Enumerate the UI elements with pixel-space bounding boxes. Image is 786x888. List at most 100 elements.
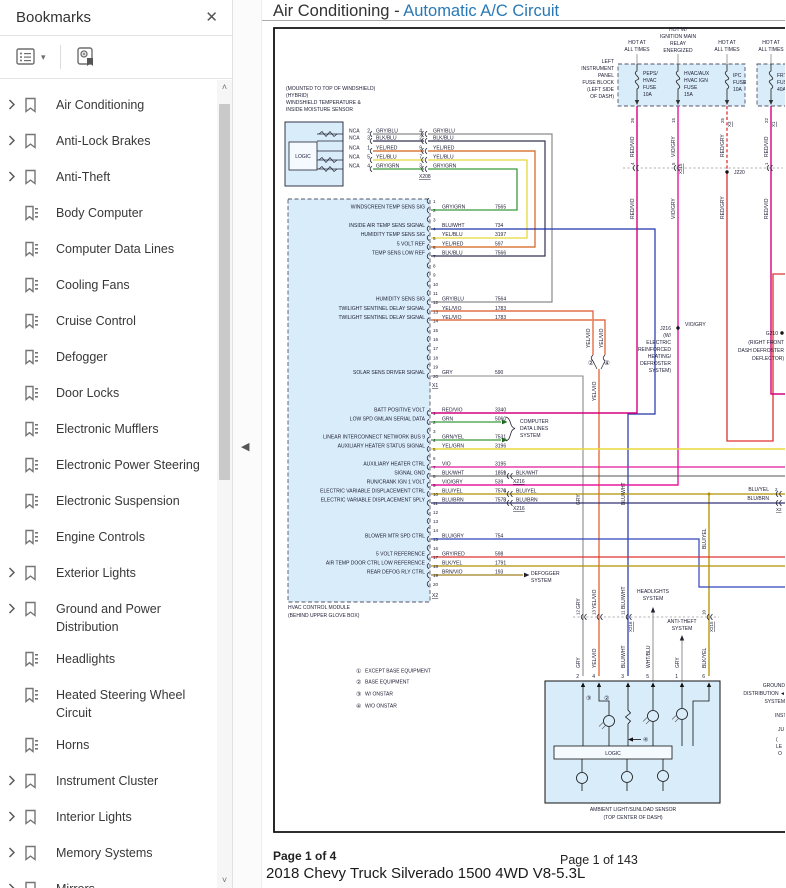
pin-number: 19	[433, 365, 439, 370]
bookmark-item[interactable]: Electronic Power Steering	[0, 449, 217, 485]
connector-arc	[369, 156, 373, 164]
diagram-label: BLU/WHT	[621, 587, 627, 610]
bookmark-item[interactable]: Electronic Suspension	[0, 485, 217, 521]
diagram-label: DEFLECTOR)	[752, 356, 784, 362]
bookmark-options-button[interactable]: ▾	[12, 44, 50, 70]
bookmark-item[interactable]: Mirrors	[0, 873, 217, 888]
bookmark-page-icon	[24, 349, 44, 370]
diagram-label: COMPUTER	[520, 419, 549, 425]
diagram-label: BATT POSITIVE VOLT	[374, 408, 425, 414]
expand-current-bookmark-button[interactable]	[71, 42, 101, 72]
pin-number: 17	[433, 346, 439, 351]
expand-chevron-icon[interactable]	[0, 772, 22, 786]
expand-chevron-icon[interactable]	[0, 600, 22, 614]
bookmark-page-icon	[24, 493, 44, 514]
diagram-label: 3196	[495, 444, 506, 450]
bookmark-label: Anti-Theft	[56, 170, 111, 184]
diagram-label: DEFROSTER	[640, 361, 671, 367]
diagram-label: 10A	[733, 87, 743, 93]
diagram-label: (LEFT SIDE	[587, 87, 615, 93]
scroll-down-icon[interactable]: ˅	[217, 873, 232, 888]
page-bookmark-icon	[25, 457, 38, 473]
diagram-label: NCA	[349, 136, 360, 142]
bookmark-item[interactable]: Horns	[0, 729, 217, 765]
bookmark-item[interactable]: Anti-Lock Brakes	[0, 125, 217, 161]
expand-chevron-icon[interactable]	[0, 808, 22, 822]
diagram-label: VIO/GRY	[671, 198, 677, 219]
pin-number: 15	[433, 537, 439, 542]
diagram-label: INSIDE AIR TEMP SENS SIGNAL	[349, 223, 425, 229]
bookmark-item[interactable]: Ground and Power Distribution	[0, 593, 217, 643]
diagram-label: GRY/RED	[442, 552, 465, 558]
bookmark-flag-icon	[24, 565, 44, 586]
scroll-up-icon[interactable]: ˄	[217, 80, 232, 95]
diagram-label: 7531	[495, 435, 506, 441]
diagram-label: WINDSCREEN TEMP SENS SIG	[351, 205, 425, 211]
expand-chevron-icon[interactable]	[0, 96, 22, 110]
scrollbar-thumb[interactable]	[219, 104, 230, 480]
bookmark-item[interactable]: Interior Lights	[0, 801, 217, 837]
panel-gutter: ◀	[233, 0, 262, 888]
diagram-label: ②	[588, 359, 594, 367]
bookmark-item[interactable]: Electronic Mufflers	[0, 413, 217, 449]
bookmark-item[interactable]: Memory Systems	[0, 837, 217, 873]
diagram-label: (W/	[663, 333, 671, 339]
bookmark-item[interactable]: Cruise Control	[0, 305, 217, 341]
diagram-label: 5060	[495, 417, 506, 423]
bookmark-item[interactable]: Engine Controls	[0, 521, 217, 557]
pin-number: 17	[433, 555, 439, 560]
close-panel-icon[interactable]: ✕	[205, 10, 218, 25]
diagram-label: LOGIC	[295, 154, 311, 160]
expand-chevron-icon[interactable]	[0, 880, 22, 888]
diagram-label: ALL TIMES	[714, 47, 740, 53]
document-view: Air Conditioning - Automatic A/C Circuit	[262, 0, 785, 888]
connector-arc	[424, 156, 428, 164]
diagram-label: BLU/WHT	[621, 646, 627, 669]
bookmark-item[interactable]: Door Locks	[0, 377, 217, 413]
bookmarks-scrollbar[interactable]: ˄ ˅	[217, 80, 232, 888]
diagram-label: BLU/WHT	[442, 223, 465, 229]
expand-chevron-icon[interactable]	[0, 564, 22, 578]
diagram-label: SYSTEM	[531, 578, 552, 584]
bookmark-item[interactable]: Anti-Theft	[0, 161, 217, 197]
diagram-label: 26	[630, 117, 635, 123]
diagram-label: 40A	[777, 87, 785, 93]
bookmark-page-icon	[24, 457, 44, 478]
pin-number: 15	[433, 328, 439, 333]
bookmark-item[interactable]: Body Computer	[0, 197, 217, 233]
diagram-label: 4	[367, 164, 370, 170]
diagram-label: HOT AT	[718, 40, 736, 46]
bookmark-item[interactable]: Computer Data Lines	[0, 233, 217, 269]
bookmark-label: Instrument Cluster	[56, 774, 159, 788]
diagram-label: ELECTRIC	[646, 340, 671, 346]
bookmark-item[interactable]: Heated Steering Wheel Circuit	[0, 679, 217, 729]
expand-chevron-icon[interactable]	[0, 168, 22, 182]
diagram-label: SYSTEM	[764, 699, 785, 705]
pin-number: 5	[433, 236, 436, 241]
expand-chevron-icon[interactable]	[0, 132, 22, 146]
pin-number: 2	[433, 208, 436, 213]
diagram-label: JU	[778, 727, 785, 733]
expand-chevron-icon[interactable]	[0, 844, 22, 858]
diagram-label: 3197	[495, 232, 506, 238]
bookmark-item[interactable]: Headlights	[0, 643, 217, 679]
panel-collapse-handle[interactable]: ◀	[241, 440, 249, 453]
pin-number: 4	[433, 438, 436, 443]
bookmark-item[interactable]: Exterior Lights	[0, 557, 217, 593]
pin-number: 19	[433, 573, 439, 578]
bookmark-item[interactable]: Air Conditioning	[0, 89, 217, 125]
diagram-label: (	[776, 737, 778, 743]
bookmark-item[interactable]: Cooling Fans	[0, 269, 217, 305]
bookmark-page-icon	[24, 205, 44, 226]
diagram-label: 4	[630, 162, 635, 165]
connector-arc	[673, 164, 677, 172]
page-bookmark-icon	[25, 205, 38, 221]
bookmark-item[interactable]: Instrument Cluster	[0, 765, 217, 801]
page-bookmark-icon	[25, 385, 38, 401]
diagram-label: YEL/VIO	[592, 648, 598, 668]
bookmark-item[interactable]: Defogger	[0, 341, 217, 377]
diagram-label: ENERGIZED	[663, 48, 693, 54]
pin-number: 6	[433, 456, 436, 461]
